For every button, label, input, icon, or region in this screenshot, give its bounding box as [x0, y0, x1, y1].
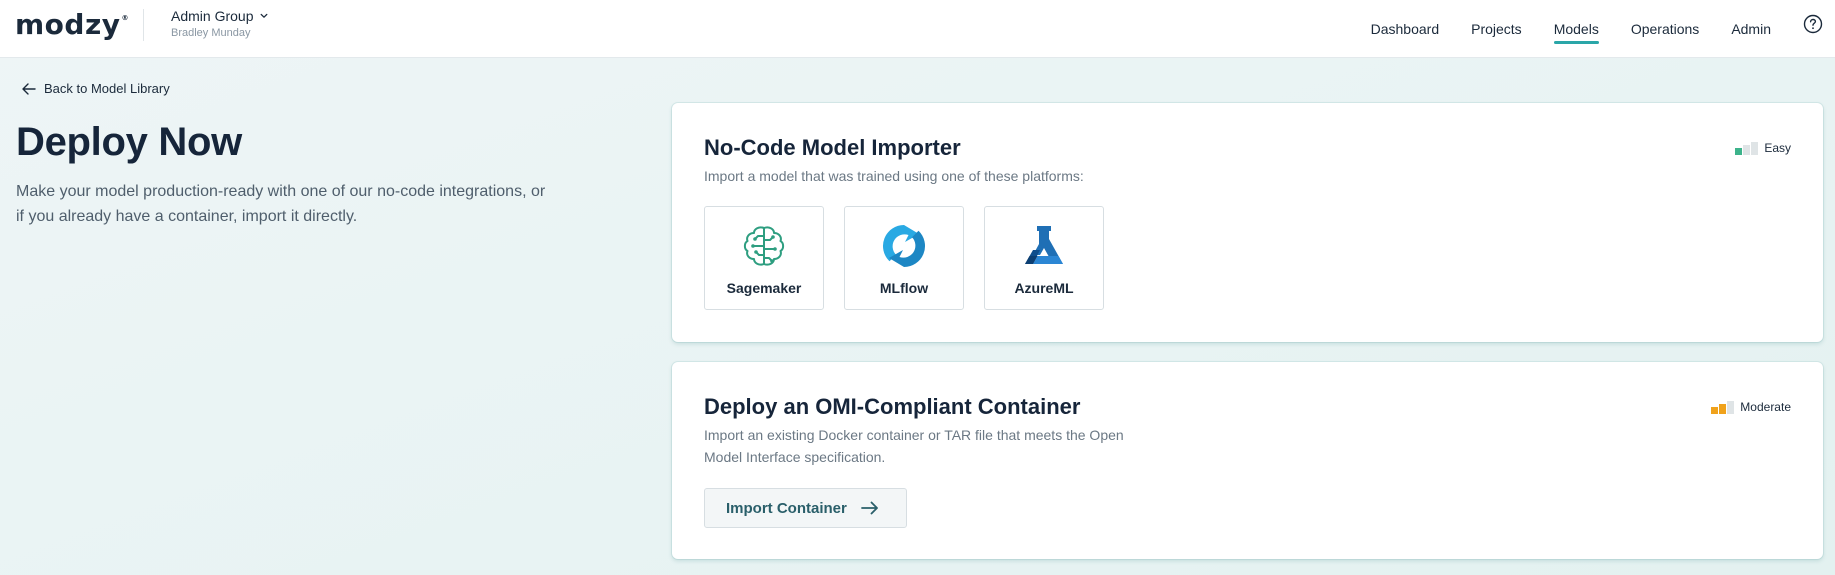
container-subtitle: Import an existing Docker container or T… — [704, 427, 1124, 465]
container-title: Deploy an OMI-Compliant Container — [704, 394, 1081, 419]
platform-label: AzureML — [1014, 280, 1074, 296]
arrow-left-icon — [22, 82, 36, 95]
no-code-importer-card: No-Code Model Importer Import a model th… — [672, 103, 1823, 342]
nav-projects[interactable]: Projects — [1471, 0, 1522, 58]
platform-azureml[interactable]: AzureML — [984, 206, 1104, 310]
modzy-logo[interactable]: modzy® — [15, 8, 129, 41]
user-name: Bradley Munday — [171, 27, 251, 39]
chevron-down-icon — [261, 13, 268, 18]
platform-label: MLflow — [879, 280, 929, 296]
difficulty-label: Easy — [1764, 141, 1791, 155]
back-to-model-library-link[interactable]: Back to Model Library — [22, 81, 170, 96]
importer-title: No-Code Model Importer — [704, 135, 961, 160]
main-nav: Dashboard Projects Models Operations Adm… — [1371, 0, 1771, 58]
nav-operations[interactable]: Operations — [1631, 0, 1699, 58]
platform-label: Sagemaker — [726, 280, 802, 296]
logo-registered-mark: ® — [121, 14, 130, 22]
difficulty-bars-icon — [1735, 141, 1759, 155]
page-description: Make your model production-ready with on… — [16, 183, 546, 225]
nav-models[interactable]: Models — [1553, 0, 1599, 58]
omi-container-card: Deploy an OMI-Compliant Container Import… — [672, 362, 1823, 559]
platform-mlflow[interactable]: MLflow — [844, 206, 964, 310]
difficulty-label: Moderate — [1740, 400, 1791, 414]
question-circle-icon[interactable] — [1803, 14, 1823, 34]
azureml-flask-icon — [1025, 226, 1063, 264]
logo-text: modzy — [15, 8, 121, 41]
nav-dashboard[interactable]: Dashboard — [1371, 0, 1440, 58]
platform-list: Sagemaker MLflow AzureML — [704, 206, 1104, 310]
group-name-row[interactable]: Admin Group — [171, 8, 268, 24]
nav-admin[interactable]: Admin — [1731, 0, 1771, 58]
arrow-right-icon — [860, 501, 878, 515]
back-link-label: Back to Model Library — [44, 81, 170, 96]
page-title: Deploy Now — [16, 120, 242, 164]
sagemaker-brain-icon — [743, 226, 785, 266]
header-divider — [143, 9, 144, 41]
group-switcher[interactable]: Admin Group Bradley Munday — [171, 8, 268, 39]
difficulty-badge-easy: Easy — [1735, 141, 1791, 155]
import-container-label: Import Container — [726, 499, 847, 517]
platform-sagemaker[interactable]: Sagemaker — [704, 206, 824, 310]
difficulty-badge-moderate: Moderate — [1711, 400, 1791, 414]
mlflow-refresh-icon — [882, 225, 926, 267]
import-container-button[interactable]: Import Container — [704, 488, 907, 528]
importer-subtitle: Import a model that was trained using on… — [704, 168, 1084, 184]
group-name: Admin Group — [171, 8, 254, 24]
difficulty-bars-icon — [1711, 400, 1735, 414]
top-header: modzy® Admin Group Bradley Munday Dashbo… — [0, 0, 1835, 58]
